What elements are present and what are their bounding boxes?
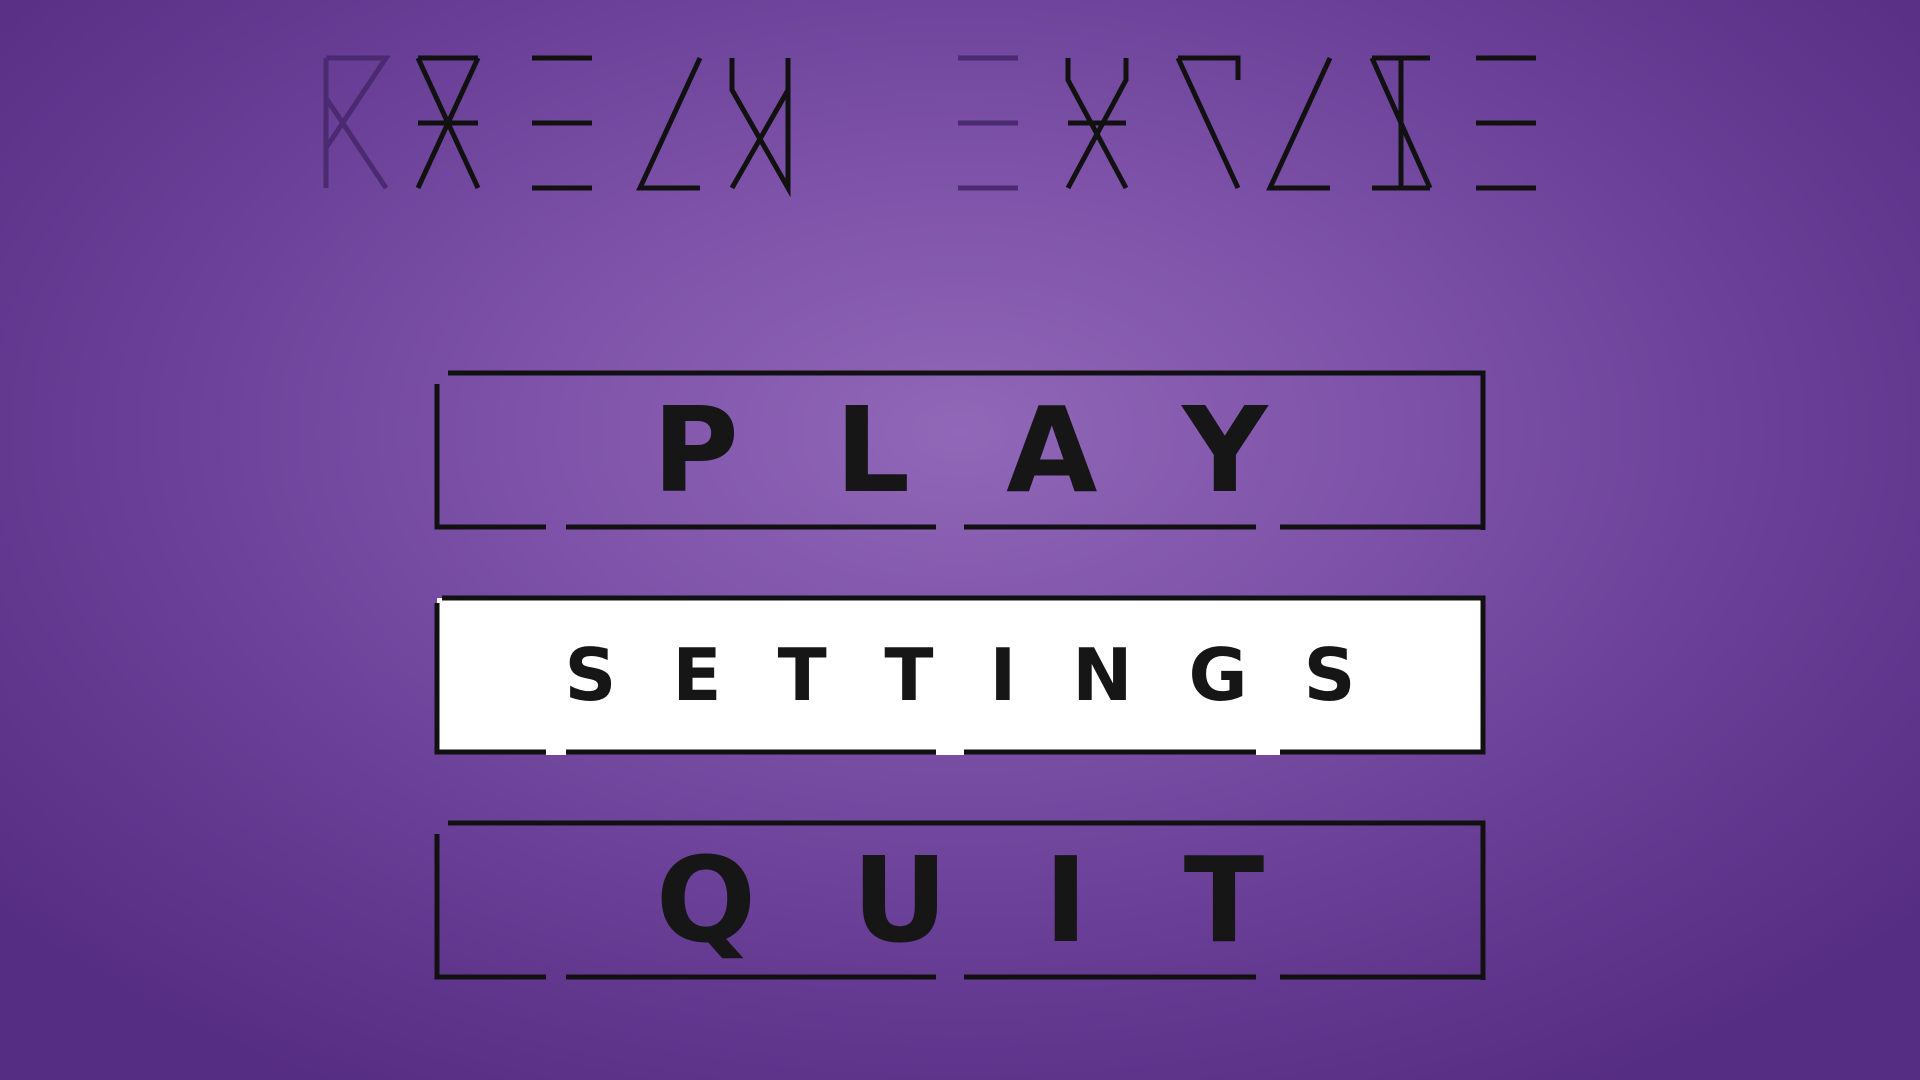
settings-button[interactable]: SETTINGS: [434, 595, 1486, 755]
runic-title-glyphs: [323, 55, 1536, 198]
play-button[interactable]: PLAY: [434, 370, 1486, 530]
quit-label: QUIT: [655, 831, 1361, 969]
settings-label: SETTINGS: [564, 633, 1412, 717]
play-label: PLAY: [652, 381, 1364, 519]
quit-button[interactable]: QUIT: [434, 820, 1486, 980]
game-title-logo: [320, 50, 1610, 200]
